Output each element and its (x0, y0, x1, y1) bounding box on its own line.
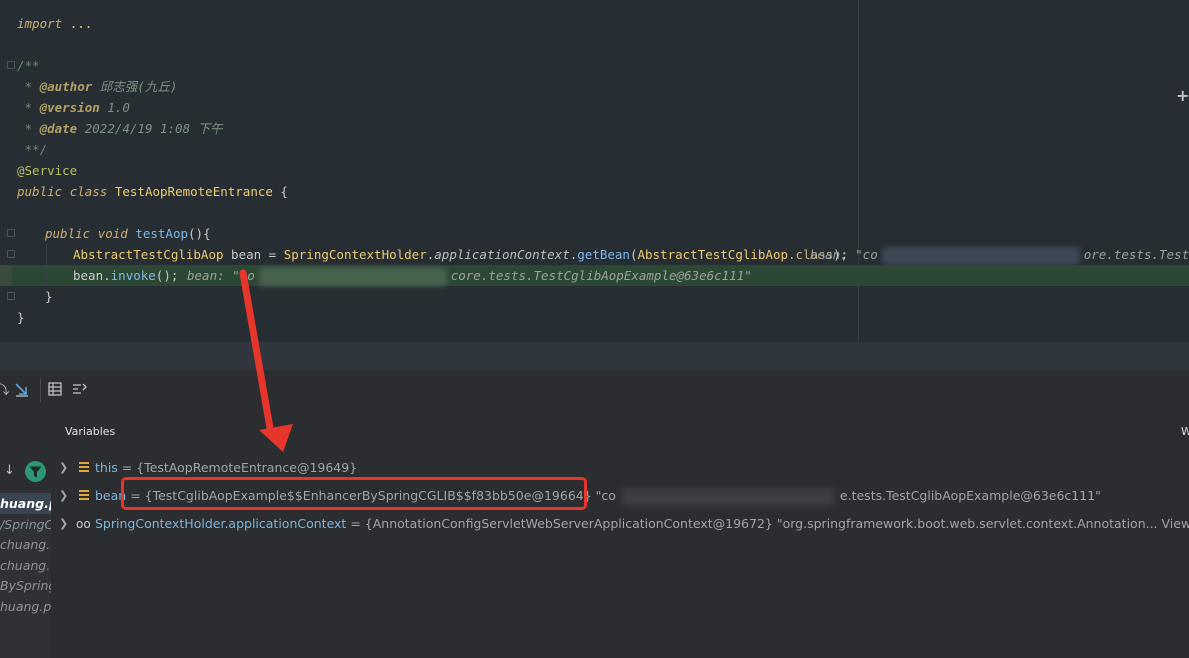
getbean-method: getBean (577, 247, 630, 262)
variables-title: Variables (65, 425, 116, 438)
frame-item[interactable]: chuang. (0, 534, 50, 555)
frames-list[interactable]: huang.pu /SpringC chuang. chuang. BySpri… (0, 490, 51, 658)
holder-class: SpringContextHolder (283, 247, 427, 262)
keyword-public: public (17, 184, 63, 199)
editor-line-class-close[interactable]: } (0, 307, 1189, 328)
down-arrow-icon[interactable]: ↓ (4, 463, 15, 478)
field-icon (79, 490, 89, 501)
frame-item[interactable]: huang.pu (0, 493, 51, 514)
doc-version-value: 1.0 (99, 100, 130, 115)
doc-comment-close: **/ (17, 142, 48, 157)
editor-line-doc-open[interactable]: /** (0, 55, 1189, 76)
doc-tag-version: @version (39, 100, 100, 115)
editor-line-method-decl[interactable]: public void testAop(){ (0, 223, 1189, 244)
editor-line-import[interactable]: import ... (0, 13, 1189, 34)
editor-line-version[interactable]: * @version 1.0 (0, 97, 1189, 118)
step-over-icon[interactable]: ⤵ (0, 382, 12, 400)
redacted-area (881, 246, 1080, 265)
keyword-void: void (97, 226, 128, 241)
brace: { (272, 184, 288, 199)
watches-title: W (1181, 425, 1189, 438)
doc-author-value: 邱志强(九丘) (92, 79, 178, 94)
variable-value: = {AnnotationConfigServletWebServerAppli… (346, 516, 1158, 531)
format-icon[interactable] (71, 382, 89, 400)
redacted-area (258, 267, 447, 286)
invoke-method: invoke (110, 268, 156, 283)
frame-label: /SpringC (0, 517, 51, 532)
table-icon[interactable] (46, 382, 64, 400)
brace: } (45, 289, 53, 304)
frame-label: huang.pu (0, 599, 51, 614)
fold-icon[interactable] (7, 250, 15, 258)
code-editor[interactable]: import ... /** * @author 邱志强(九丘) * @vers… (0, 0, 1189, 342)
frame-label: chuang. (0, 537, 51, 552)
fold-icon[interactable] (7, 229, 15, 237)
method-name: testAop (135, 226, 189, 241)
panel-divider[interactable] (0, 342, 1189, 370)
variable-name: SpringContextHolder.applicationContext (95, 516, 347, 531)
doc-tag-date: @date (39, 121, 78, 136)
variable-row-application-context[interactable]: ❯ oo SpringContextHolder.applicationCont… (52, 511, 1189, 537)
field-icon (79, 462, 89, 473)
watch-icon: oo (76, 517, 91, 531)
editor-line-execution-point[interactable]: bean.invoke(); bean: "co core.tests.TestC… (0, 265, 1189, 286)
step-into-icon[interactable] (13, 382, 31, 400)
import-keyword: import (17, 16, 63, 31)
editor-line-author[interactable]: * @author 邱志强(九丘) (0, 76, 1189, 97)
variable-value-tail: e.tests.TestCglibAopExample@63e6c111" (839, 488, 1101, 503)
view-link[interactable]: View (1162, 516, 1189, 531)
chevron-right-icon[interactable]: ❯ (59, 483, 68, 509)
doc-tag-author: @author (39, 79, 93, 94)
class-name: TestAopRemoteEntrance (114, 184, 273, 199)
highlight-box (121, 477, 587, 510)
filter-icon[interactable] (25, 461, 46, 482)
editor-line-class-decl[interactable]: public class TestAopRemoteEntrance { (0, 181, 1189, 202)
var-assign: bean = (223, 247, 284, 262)
doc-star: * (17, 121, 40, 136)
chevron-right-icon[interactable]: ❯ (59, 455, 68, 481)
toolbar-separator (40, 378, 41, 402)
redacted-area (621, 487, 834, 506)
doc-star: * (17, 100, 40, 115)
brace: (){ (188, 226, 211, 241)
call-tail: (); (155, 268, 179, 283)
frame-item[interactable]: chuang. (0, 555, 50, 576)
keyword-class: class (69, 184, 108, 199)
service-annotation: @Service (17, 163, 78, 178)
frame-label: huang.pu (0, 496, 51, 511)
variable-name: this (95, 460, 118, 475)
frame-item[interactable]: huang.pu (0, 596, 51, 617)
doc-comment-open: /** (17, 58, 40, 73)
doc-star: * (17, 79, 40, 94)
frame-label: chuang. (0, 558, 51, 573)
arg-type: AbstractTestCglibAop (637, 247, 788, 262)
variable-value: = {TestAopRemoteEntrance@19649} (117, 460, 358, 475)
frame-item[interactable]: BySpring (0, 575, 51, 596)
folded-imports[interactable]: ... (70, 16, 93, 31)
brace: } (17, 310, 25, 325)
indent-guide (46, 244, 47, 286)
editor-line-date[interactable]: * @date 2022/4/19 1:08 下午 (0, 118, 1189, 139)
inline-debug-hint-tail: ore.tests.TestC (1083, 247, 1189, 262)
inline-debug-hint-tail: core.tests.TestCglibAopExample@63e6c111" (450, 268, 752, 283)
editor-line-doc-close[interactable]: **/ (0, 139, 1189, 160)
doc-date-value: 2022/4/19 1:08 下午 (77, 121, 223, 136)
chevron-right-icon[interactable]: ❯ (59, 511, 68, 537)
frame-item[interactable]: /SpringC (0, 514, 51, 535)
fold-icon[interactable] (7, 292, 15, 300)
bean-ref: bean. (73, 268, 111, 283)
editor-line-method-close[interactable]: } (0, 286, 1189, 307)
editor-line-getbean[interactable]: AbstractTestCglibAop bean = SpringContex… (0, 244, 1189, 265)
frame-label: BySpring (0, 578, 51, 593)
execution-point-marker (0, 265, 12, 286)
type-name: AbstractTestCglibAop (73, 247, 224, 262)
debug-toolbar: ⤵ (0, 370, 1189, 412)
static-field: applicationContext (434, 247, 570, 262)
fold-icon[interactable] (7, 61, 15, 69)
plus-icon[interactable]: + (1176, 86, 1189, 105)
inline-debug-hint: bean: "co (187, 268, 255, 283)
inline-debug-hint: bean: "co (810, 247, 878, 262)
keyword-public: public (45, 226, 91, 241)
editor-line-annotation[interactable]: @Service (0, 160, 1189, 181)
